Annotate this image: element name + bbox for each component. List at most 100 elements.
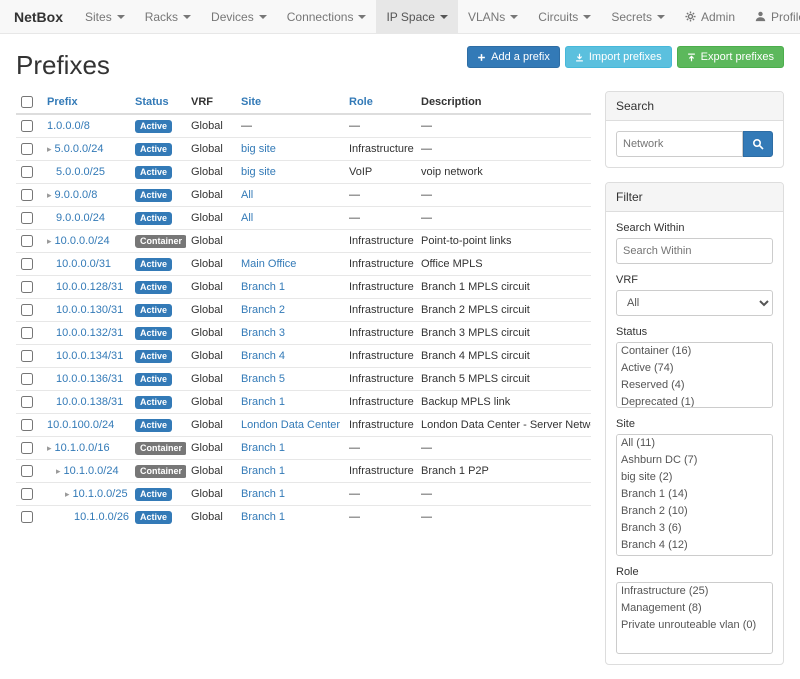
site-filter-option[interactable]: All (11): [617, 435, 772, 452]
search-input[interactable]: [616, 131, 743, 157]
site-filter-option[interactable]: Branch 2 (10): [617, 503, 772, 520]
site-link[interactable]: Main Office: [241, 258, 296, 270]
site-link[interactable]: Branch 1: [241, 511, 285, 523]
row-checkbox[interactable]: [21, 396, 33, 408]
row-checkbox[interactable]: [21, 235, 33, 247]
site-filter-list[interactable]: All (11)Ashburn DC (7)big site (2)Branch…: [616, 434, 773, 556]
site-link[interactable]: Branch 1: [241, 488, 285, 500]
site-link[interactable]: All: [241, 189, 253, 201]
column-header-site[interactable]: Site: [236, 91, 344, 114]
site-link[interactable]: Branch 4: [241, 350, 285, 362]
nav-item-vlans[interactable]: VLANs: [458, 0, 528, 33]
prefix-link[interactable]: 10.1.0.0/25: [73, 488, 128, 500]
nav-item-profile[interactable]: Profile: [745, 0, 800, 33]
site-link[interactable]: Branch 3: [241, 327, 285, 339]
row-checkbox[interactable]: [21, 120, 33, 132]
role-filter-option[interactable]: Management (8): [617, 600, 772, 617]
row-checkbox[interactable]: [21, 442, 33, 454]
prefix-link[interactable]: 10.0.0.0/31: [56, 258, 111, 270]
prefix-link[interactable]: 10.0.100.0/24: [47, 419, 114, 431]
site-link[interactable]: big site: [241, 143, 276, 155]
site-link[interactable]: Branch 1: [241, 442, 285, 454]
nav-item-secrets[interactable]: Secrets: [601, 0, 675, 33]
search-button[interactable]: [743, 131, 773, 157]
role-filter-option[interactable]: Private unrouteable vlan (0): [617, 617, 772, 634]
site-filter-option[interactable]: Ashburn DC (7): [617, 452, 772, 469]
site-filter-option[interactable]: Branch 1 (14): [617, 486, 772, 503]
prefix-link[interactable]: 10.1.0.0/24: [64, 465, 119, 477]
prefix-link[interactable]: 9.0.0.0/24: [56, 212, 105, 224]
prefix-link[interactable]: 10.0.0.138/31: [56, 396, 123, 408]
row-checkbox[interactable]: [21, 212, 33, 224]
row-checkbox[interactable]: [21, 350, 33, 362]
prefix-link[interactable]: 9.0.0.0/8: [55, 189, 98, 201]
prefix-link[interactable]: 10.0.0.136/31: [56, 373, 123, 385]
nav-item-ip-space[interactable]: IP Space: [376, 0, 457, 33]
nav-item-circuits[interactable]: Circuits: [528, 0, 601, 33]
site-link[interactable]: Branch 1: [241, 281, 285, 293]
prefix-link[interactable]: 5.0.0.0/24: [55, 143, 104, 155]
row-checkbox[interactable]: [21, 143, 33, 155]
nav-item-connections[interactable]: Connections: [277, 0, 377, 33]
prefix-link[interactable]: 5.0.0.0/25: [56, 166, 105, 178]
row-checkbox[interactable]: [21, 304, 33, 316]
vrf-cell: Global: [186, 299, 236, 322]
status-filter-option[interactable]: Reserved (4): [617, 377, 772, 394]
nav-item-admin[interactable]: Admin: [675, 0, 745, 33]
vrf-cell: Global: [186, 207, 236, 230]
site-link[interactable]: Branch 1: [241, 396, 285, 408]
column-header-role[interactable]: Role: [344, 91, 416, 114]
prefix-link[interactable]: 10.0.0.130/31: [56, 304, 123, 316]
site-link[interactable]: Branch 1: [241, 465, 285, 477]
row-checkbox[interactable]: [21, 281, 33, 293]
prefix-link[interactable]: 10.0.0.132/31: [56, 327, 123, 339]
column-header-prefix[interactable]: Prefix: [42, 91, 130, 114]
row-checkbox[interactable]: [21, 327, 33, 339]
row-checkbox[interactable]: [21, 166, 33, 178]
select-all-checkbox[interactable]: [21, 96, 33, 108]
site-link[interactable]: Branch 5: [241, 373, 285, 385]
row-checkbox[interactable]: [21, 488, 33, 500]
prefix-link[interactable]: 1.0.0.0/8: [47, 120, 90, 132]
row-checkbox[interactable]: [21, 419, 33, 431]
status-filter-option[interactable]: Deprecated (1): [617, 394, 772, 408]
description-cell: —: [416, 114, 591, 138]
nav-item-sites[interactable]: Sites: [75, 0, 135, 33]
description-cell: Branch 1 MPLS circuit: [416, 276, 591, 299]
prefix-link[interactable]: 10.1.0.0/26: [74, 511, 129, 523]
row-checkbox[interactable]: [21, 189, 33, 201]
status-filter-option[interactable]: Container (16): [617, 343, 772, 360]
export-prefixes-button[interactable]: Export prefixes: [677, 46, 784, 68]
status-filter-list[interactable]: Container (16)Active (74)Reserved (4)Dep…: [616, 342, 773, 408]
import-prefixes-button[interactable]: Import prefixes: [565, 46, 672, 68]
prefix-link[interactable]: 10.1.0.0/16: [55, 442, 110, 454]
row-checkbox[interactable]: [21, 465, 33, 477]
site-filter-option[interactable]: Branch 4 (12): [617, 537, 772, 554]
site-link[interactable]: Branch 2: [241, 304, 285, 316]
vrf-select[interactable]: All: [616, 290, 773, 316]
row-checkbox[interactable]: [21, 258, 33, 270]
column-header-status[interactable]: Status: [130, 91, 186, 114]
nav-item-devices[interactable]: Devices: [201, 0, 277, 33]
role-filter-list[interactable]: Infrastructure (25)Management (8)Private…: [616, 582, 773, 654]
site-filter-option[interactable]: Branch 3 (6): [617, 520, 772, 537]
prefix-link[interactable]: 10.0.0.0/24: [55, 235, 110, 247]
brand-logo[interactable]: NetBox: [10, 0, 75, 33]
search-within-input[interactable]: [616, 238, 773, 264]
status-filter-option[interactable]: Active (74): [617, 360, 772, 377]
role-cell: Infrastructure: [344, 322, 416, 345]
site-link[interactable]: London Data Center: [241, 419, 340, 431]
expand-arrow-icon: ▸: [47, 144, 52, 154]
add-prefix-button[interactable]: Add a prefix: [467, 46, 560, 68]
nav-item-racks[interactable]: Racks: [135, 0, 201, 33]
site-link[interactable]: big site: [241, 166, 276, 178]
role-filter-option[interactable]: Infrastructure (25): [617, 583, 772, 600]
site-filter-option[interactable]: big site (2): [617, 469, 772, 486]
site-link[interactable]: All: [241, 212, 253, 224]
description-cell: —: [416, 138, 591, 161]
row-checkbox[interactable]: [21, 373, 33, 385]
prefix-link[interactable]: 10.0.0.128/31: [56, 281, 123, 293]
prefix-link[interactable]: 10.0.0.134/31: [56, 350, 123, 362]
site-filter-option[interactable]: Branch 5 (7): [617, 554, 772, 556]
row-checkbox[interactable]: [21, 511, 33, 523]
